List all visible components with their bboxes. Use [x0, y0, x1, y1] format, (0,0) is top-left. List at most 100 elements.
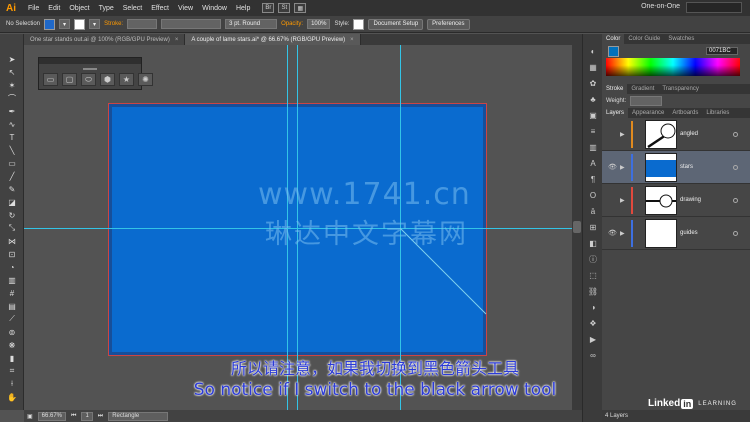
visibility-eye-icon[interactable]: 👁: [608, 229, 617, 237]
tab-artboards[interactable]: Artboards: [668, 108, 702, 118]
transparency-icon[interactable]: ◑: [587, 302, 599, 312]
tab-swatches[interactable]: Swatches: [664, 34, 698, 44]
arrange-documents-icon[interactable]: ▦: [294, 3, 307, 13]
expand-icon[interactable]: ▶: [620, 230, 625, 237]
color-spectrum[interactable]: [606, 58, 740, 76]
info-icon[interactable]: ⓘ: [587, 254, 599, 264]
layer-name[interactable]: drawing: [680, 197, 701, 203]
target-icon[interactable]: [733, 230, 738, 236]
layer-row[interactable]: 👁 ▶ guides: [602, 217, 750, 250]
current-tool-status[interactable]: Rectangle: [108, 411, 169, 421]
style-swatch[interactable]: [353, 18, 365, 30]
scroll-thumb[interactable]: [573, 221, 581, 233]
target-icon[interactable]: [733, 164, 738, 170]
hex-input[interactable]: 0071BC: [706, 47, 738, 55]
rectangle-icon[interactable]: ▭: [43, 73, 58, 86]
symbols-icon[interactable]: ♣: [587, 94, 599, 104]
artboard-number[interactable]: 1: [81, 411, 93, 421]
tab-libraries[interactable]: Libraries: [702, 108, 733, 118]
tab-transparency[interactable]: Transparency: [658, 84, 702, 94]
graphic-styles-icon[interactable]: ▣: [587, 110, 599, 120]
brush-definition[interactable]: 3 pt. Round: [225, 19, 278, 29]
fill-swatch[interactable]: [44, 18, 56, 30]
asset-export-icon[interactable]: ❖: [587, 318, 599, 328]
menu-type[interactable]: Type: [99, 5, 114, 12]
stroke-panel-icon[interactable]: ≡: [587, 126, 599, 136]
color-fill-proxy[interactable]: [608, 46, 619, 57]
pathfinder-icon[interactable]: ◧: [587, 238, 599, 248]
type-tool-icon[interactable]: T: [6, 132, 18, 142]
fill-dropdown[interactable]: ▾: [59, 19, 71, 29]
tab-gradient[interactable]: Gradient: [627, 84, 658, 94]
opacity-label[interactable]: Opacity:: [281, 21, 303, 27]
menu-select[interactable]: Select: [123, 5, 142, 12]
shape-builder-icon[interactable]: ◔: [6, 262, 18, 272]
tab-appearance[interactable]: Appearance: [628, 108, 668, 118]
flare-icon[interactable]: ✺: [138, 73, 153, 86]
tab-layers[interactable]: Layers: [602, 108, 629, 118]
expand-icon[interactable]: ▶: [620, 131, 625, 138]
expand-icon[interactable]: ▶: [620, 197, 625, 204]
gradient-icon[interactable]: ▤: [6, 301, 18, 311]
ellipse-icon[interactable]: ⬭: [81, 73, 96, 86]
search-field[interactable]: [686, 2, 742, 13]
curvature-tool-icon[interactable]: ∿: [6, 119, 18, 129]
stroke-weight[interactable]: [127, 19, 158, 29]
target-icon[interactable]: [733, 131, 738, 137]
eraser-icon[interactable]: ◪: [6, 197, 18, 207]
tab-one-star[interactable]: One star stands out.ai @ 100% (RGB/GPU P…: [24, 34, 186, 45]
visibility-eye-icon[interactable]: 👁: [608, 163, 617, 171]
menu-help[interactable]: Help: [236, 5, 250, 12]
panel-grip[interactable]: [83, 68, 97, 70]
zoom-dropdown[interactable]: 66.67%: [37, 411, 67, 421]
star-icon[interactable]: ★: [119, 73, 134, 86]
swatches-icon[interactable]: ▦: [587, 62, 599, 72]
brushes-icon[interactable]: ✿: [587, 78, 599, 88]
layer-name[interactable]: stars: [680, 164, 693, 170]
stock-icon[interactable]: St: [278, 3, 291, 13]
expand-icon[interactable]: ▶: [620, 164, 625, 171]
opentype-icon[interactable]: O: [587, 190, 599, 200]
rounded-rectangle-icon[interactable]: ▢: [62, 73, 77, 86]
transform-icon[interactable]: ⬚: [587, 270, 599, 280]
polygon-icon[interactable]: ⬢: [100, 73, 115, 86]
layer-name[interactable]: guides: [680, 230, 698, 236]
paragraph-icon[interactable]: ¶: [587, 174, 599, 184]
menu-edit[interactable]: Edit: [48, 5, 60, 12]
perspective-grid-icon[interactable]: ▥: [6, 275, 18, 285]
close-icon[interactable]: ×: [350, 37, 354, 43]
free-transform-icon[interactable]: ⊡: [6, 249, 18, 259]
character-icon[interactable]: A: [587, 158, 599, 168]
menu-file[interactable]: File: [28, 5, 39, 12]
last-artboard-icon[interactable]: ⏭: [98, 413, 103, 420]
paintbrush-icon[interactable]: ╱: [6, 171, 18, 181]
document-setup-button[interactable]: Document Setup: [368, 18, 424, 30]
opacity-field[interactable]: 100%: [307, 19, 331, 29]
gradient-panel-icon[interactable]: ▥: [587, 142, 599, 152]
magic-wand-icon[interactable]: ✶: [6, 80, 18, 90]
first-artboard-icon[interactable]: ⏮: [71, 413, 76, 420]
preferences-button[interactable]: Preferences: [427, 18, 470, 30]
line-tool-icon[interactable]: ╲: [6, 145, 18, 155]
layer-row[interactable]: 👁 ▶ stars: [602, 151, 750, 184]
tab-stroke[interactable]: Stroke: [602, 84, 628, 94]
stroke-swatch[interactable]: [74, 18, 86, 30]
layer-row[interactable]: ▶ angled: [602, 118, 750, 151]
color-panel-icon[interactable]: ◐: [587, 46, 599, 56]
stroke-dropdown[interactable]: ▾: [89, 19, 101, 29]
mesh-icon[interactable]: #: [6, 288, 18, 298]
rotate-icon[interactable]: ↻: [6, 210, 18, 220]
panel-titlebar[interactable]: [39, 58, 141, 64]
weight-field[interactable]: [630, 96, 663, 106]
links-icon[interactable]: ⛓: [587, 286, 599, 296]
tab-color[interactable]: Color: [602, 34, 625, 44]
actions-icon[interactable]: ▶: [587, 334, 599, 344]
workspace-switcher[interactable]: One-on-One: [641, 3, 680, 10]
variable-width-profile[interactable]: [161, 19, 222, 29]
direct-selection-tool-icon[interactable]: ↖: [6, 67, 18, 77]
status-icon[interactable]: ▣: [27, 413, 33, 420]
layer-name[interactable]: angled: [680, 131, 698, 137]
menu-object[interactable]: Object: [69, 5, 89, 12]
menu-effect[interactable]: Effect: [151, 5, 169, 12]
eyedropper-icon[interactable]: ⟋: [6, 314, 18, 324]
